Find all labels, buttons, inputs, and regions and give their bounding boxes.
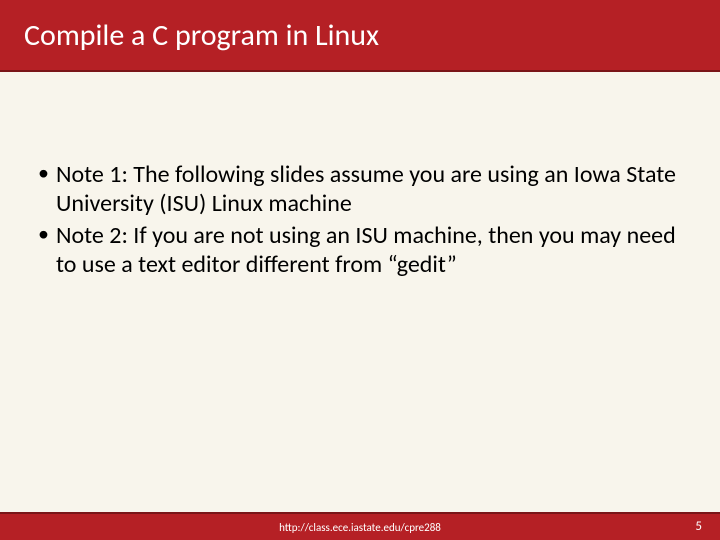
slide-content: Note 1: The following slides assume you …	[34, 160, 690, 281]
bullet-item: Note 1: The following slides assume you …	[34, 160, 690, 219]
title-bar: Compile a C program in Linux	[0, 0, 720, 72]
page-number: 5	[695, 519, 702, 534]
footer-url: http://class.ece.iastate.edu/cpre288	[279, 521, 441, 534]
slide-title: Compile a C program in Linux	[24, 17, 379, 54]
bullet-item: Note 2: If you are not using an ISU mach…	[34, 221, 690, 280]
footer-bar: http://class.ece.iastate.edu/cpre288 5	[0, 512, 720, 540]
